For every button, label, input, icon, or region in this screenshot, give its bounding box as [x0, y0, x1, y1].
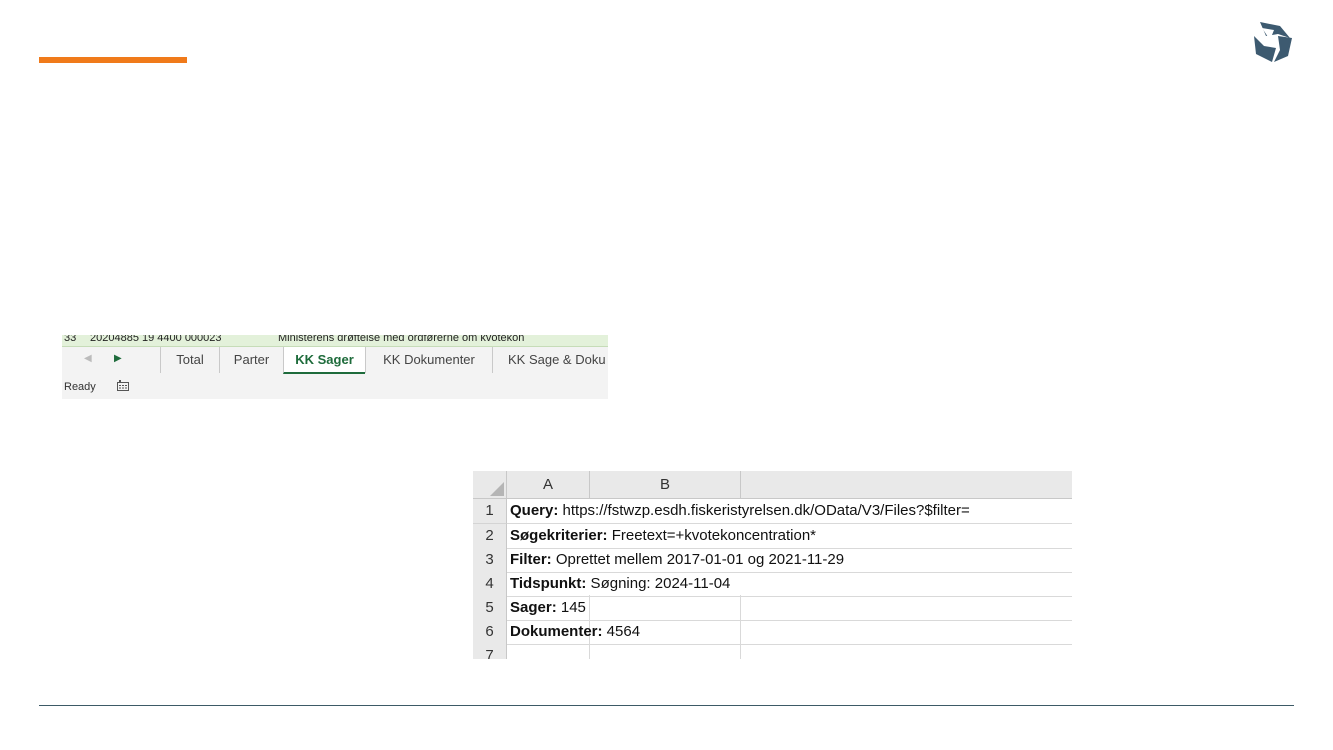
tab-parter[interactable]: Parter	[219, 347, 283, 373]
row-id: 20204885 19 4400 000023	[90, 335, 222, 344]
table-row	[507, 596, 1072, 621]
cell-a4[interactable]: Tidspunkt: Søgning: 2024-11-04	[510, 572, 730, 596]
macro-recorder-icon[interactable]	[117, 380, 129, 391]
select-all-triangle-icon	[490, 482, 504, 496]
tab-kk-sager[interactable]: KK Sager	[283, 347, 365, 374]
partial-row: 33 20204885 19 4400 000023 Ministerens d…	[62, 335, 608, 347]
excel-tab-strip: 33 20204885 19 4400 000023 Ministerens d…	[62, 335, 608, 399]
column-header-a[interactable]: A	[507, 471, 590, 499]
cell-a5[interactable]: Sager: 145	[510, 596, 586, 620]
cell-a6[interactable]: Dokumenter: 4564	[510, 620, 640, 644]
tab-total[interactable]: Total	[160, 347, 219, 373]
column-header-b[interactable]: B	[590, 471, 741, 499]
table-row	[507, 644, 1072, 659]
status-bar: Ready	[62, 375, 608, 399]
row-header[interactable]: 4	[473, 572, 507, 597]
tab-kk-sage-doku[interactable]: KK Sage & Doku	[492, 347, 608, 373]
footer-divider	[39, 705, 1294, 706]
brand-logo-icon	[1254, 22, 1292, 62]
cell-a3[interactable]: Filter: Oprettet mellem 2017-01-01 og 20…	[510, 548, 844, 572]
sheet-tab-bar: ◀ ▶ Total Parter KK Sager KK Dokumenter …	[62, 347, 608, 374]
accent-bar	[39, 57, 187, 63]
cell-a1[interactable]: Query: https://fstwzp.esdh.fiskeristyrel…	[510, 499, 970, 523]
cell-a2[interactable]: Søgekriterier: Freetext=+kvotekoncentrat…	[510, 524, 816, 548]
row-header[interactable]: 5	[473, 596, 507, 621]
column-header-c[interactable]	[741, 471, 1072, 499]
row-header[interactable]: 2	[473, 524, 507, 549]
row-header[interactable]: 1	[473, 499, 507, 524]
tab-kk-dokumenter[interactable]: KK Dokumenter	[365, 347, 492, 373]
row-header[interactable]: 7	[473, 644, 507, 659]
spreadsheet: A B 1 Query: https://fstwzp.esdh.fiskeri…	[473, 471, 1072, 659]
status-text: Ready	[64, 381, 96, 393]
row-text: Ministerens drøftelse med ordførerne om …	[278, 335, 525, 344]
row-header[interactable]: 6	[473, 620, 507, 645]
row-header[interactable]: 3	[473, 548, 507, 573]
row-number: 33	[64, 335, 77, 344]
scroll-left-icon[interactable]: ◀	[84, 353, 92, 364]
select-all-corner[interactable]	[473, 471, 507, 499]
scroll-right-icon[interactable]: ▶	[114, 353, 122, 364]
